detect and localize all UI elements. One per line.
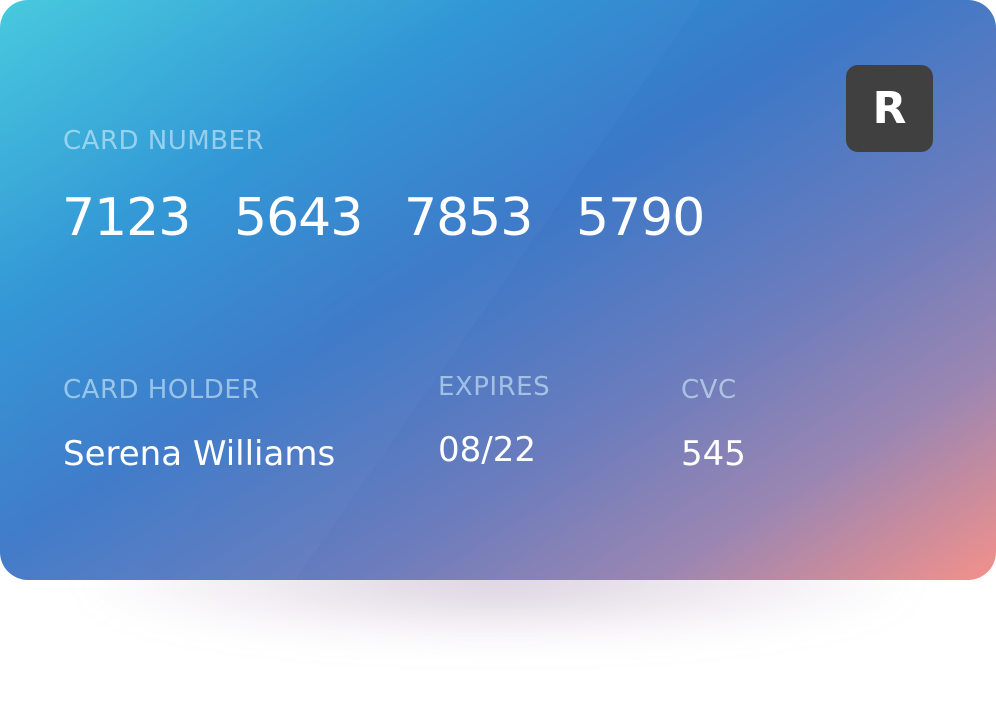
card-number-group-3: 7853: [404, 188, 533, 248]
card-holder-label: CARD HOLDER: [63, 375, 260, 405]
page: R CARD NUMBER 7123 5643 7853 5790 CARD H…: [0, 0, 996, 707]
card-number-label: CARD NUMBER: [63, 126, 265, 156]
card-number-group-4: 5790: [576, 188, 705, 248]
cvc-label: CVC: [681, 375, 737, 405]
expires-label: EXPIRES: [438, 372, 551, 402]
card-number-group-1: 7123: [62, 188, 191, 248]
card-holder-name: Serena Williams: [63, 434, 336, 474]
card-number-group-2: 5643: [234, 188, 363, 248]
credit-card[interactable]: R CARD NUMBER 7123 5643 7853 5790 CARD H…: [0, 0, 996, 580]
expires-value: 08/22: [438, 430, 536, 470]
brand-logo-icon: R: [846, 65, 933, 152]
cvc-value: 545: [681, 434, 746, 474]
